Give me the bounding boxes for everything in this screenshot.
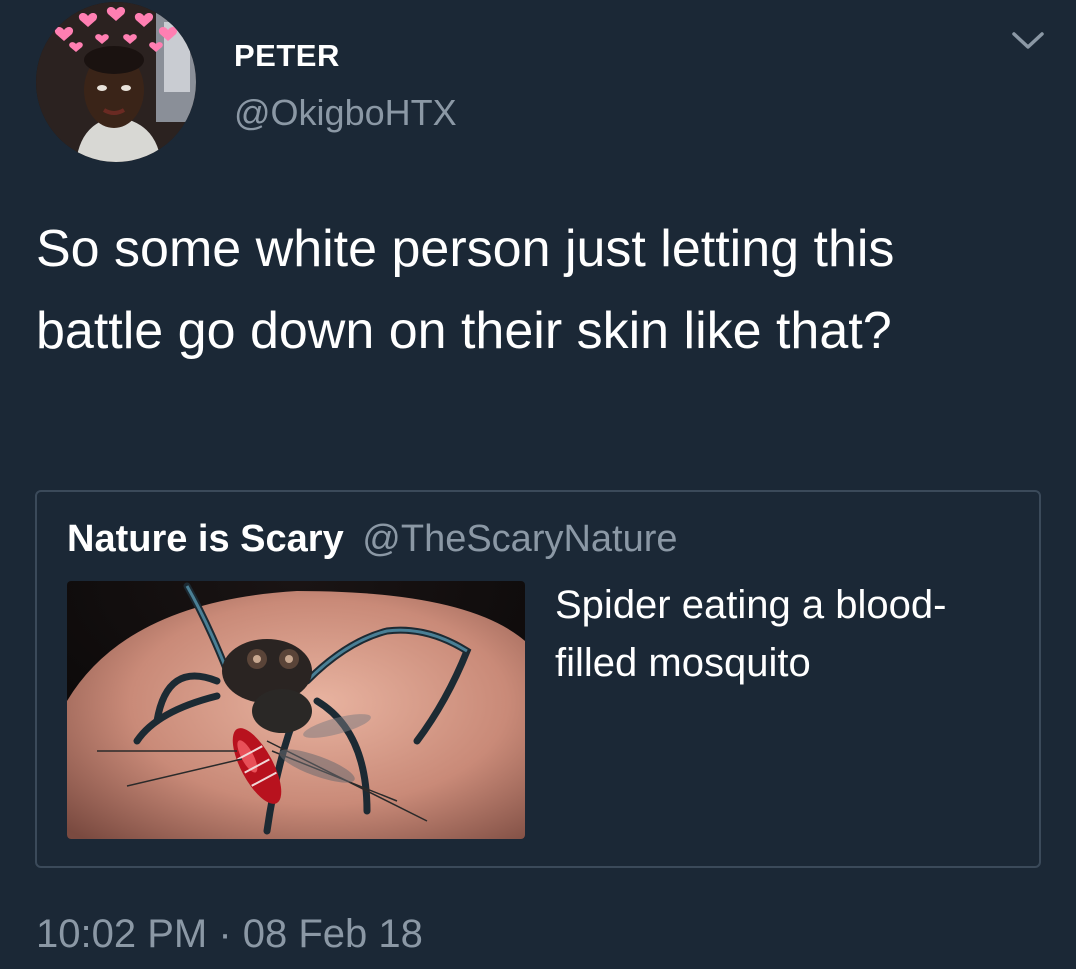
user-handle[interactable]: @OkigboHTX <box>234 92 457 134</box>
quoted-tweet-image[interactable] <box>67 581 525 839</box>
tweet-menu-button[interactable] <box>1008 26 1048 54</box>
quoted-tweet-text: Spider eating a blood-filled mosquito <box>555 583 947 685</box>
avatar-photo-icon <box>36 2 196 162</box>
avatar[interactable] <box>36 2 196 162</box>
quoted-user-handle[interactable]: @TheScaryNature <box>362 518 677 560</box>
quoted-tweet-card[interactable]: Nature is Scary @TheScaryNature Spider e… <box>35 490 1041 868</box>
tweet-text: So some white person just letting this b… <box>36 220 895 360</box>
tweet-timestamp[interactable]: 10:02 PM · 08 Feb 18 <box>36 912 423 957</box>
chevron-down-icon <box>1012 32 1044 49</box>
quoted-display-name[interactable]: Nature is Scary <box>67 518 344 560</box>
spider-mosquito-photo-icon <box>67 581 525 839</box>
display-name[interactable]: PETER <box>234 38 340 74</box>
tweet-container: PETER @OkigboHTX So some white person ju… <box>0 0 1076 969</box>
quoted-tweet-header: Nature is Scary @TheScaryNature <box>67 518 678 561</box>
